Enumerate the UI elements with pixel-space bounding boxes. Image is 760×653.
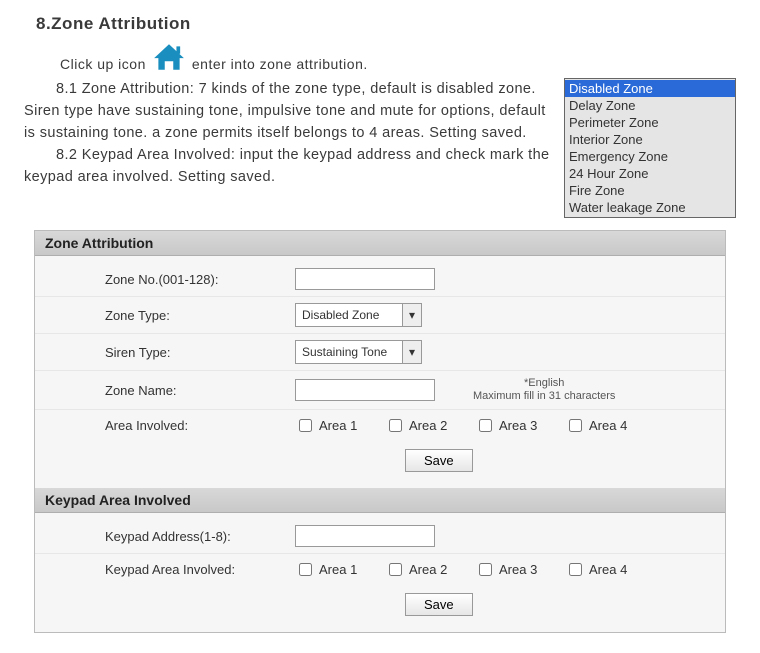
house-icon xyxy=(152,42,186,72)
siren-type-value: Sustaining Tone xyxy=(302,345,402,359)
area-checkbox-input[interactable] xyxy=(299,419,312,432)
area-checkbox-label: Area 4 xyxy=(589,562,627,577)
zone-type-value: Disabled Zone xyxy=(302,308,402,322)
siren-type-select[interactable]: Sustaining Tone ▾ xyxy=(295,340,422,364)
save-button[interactable]: Save xyxy=(405,593,473,616)
zone-type-option[interactable]: Delay Zone xyxy=(565,97,735,114)
zone-type-option[interactable]: Disabled Zone xyxy=(565,80,735,97)
keypad-address-label: Keypad Address(1-8): xyxy=(35,529,295,544)
area-checkbox-input[interactable] xyxy=(479,563,492,576)
area-checkbox[interactable]: Area 1 xyxy=(295,416,367,435)
zone-attribution-panel: Zone Attribution Zone No.(001-128): Zone… xyxy=(34,230,726,633)
keypad-address-input[interactable] xyxy=(295,525,435,547)
area-checkbox-input[interactable] xyxy=(389,563,402,576)
zone-name-input[interactable] xyxy=(295,379,435,401)
zone-type-select[interactable]: Disabled Zone ▾ xyxy=(295,303,422,327)
body-text: 8.1 Zone Attribution: 7 kinds of the zon… xyxy=(24,78,554,188)
area-checkbox[interactable]: Area 3 xyxy=(475,416,547,435)
chevron-down-icon[interactable]: ▾ xyxy=(402,304,421,326)
section-title: 8.Zone Attribution xyxy=(36,14,736,34)
paragraph-8-1: 8.1 Zone Attribution: 7 kinds of the zon… xyxy=(24,78,554,144)
area-checkbox[interactable]: Area 2 xyxy=(385,560,457,579)
intro-after: enter into zone attribution. xyxy=(192,56,368,72)
zone-type-label: Zone Type: xyxy=(35,308,295,323)
zone-type-option[interactable]: 24 Hour Zone xyxy=(565,165,735,182)
area-checkbox[interactable]: Area 3 xyxy=(475,560,547,579)
zone-type-list[interactable]: Disabled ZoneDelay ZonePerimeter ZoneInt… xyxy=(564,78,736,218)
zone-type-option[interactable]: Fire Zone xyxy=(565,182,735,199)
area-checkbox[interactable]: Area 4 xyxy=(565,560,637,579)
zone-type-option[interactable]: Interior Zone xyxy=(565,131,735,148)
zone-type-option[interactable]: Perimeter Zone xyxy=(565,114,735,131)
area-checkbox-input[interactable] xyxy=(569,419,582,432)
area-checkbox-input[interactable] xyxy=(389,419,402,432)
intro-line: Click up icon enter into zone attributio… xyxy=(60,42,736,72)
area-checkbox-input[interactable] xyxy=(479,419,492,432)
area-checkbox-label: Area 3 xyxy=(499,418,537,433)
zone-type-option[interactable]: Emergency Zone xyxy=(565,148,735,165)
zone-type-option[interactable]: Water leakage Zone xyxy=(565,199,735,216)
chevron-down-icon[interactable]: ▾ xyxy=(402,341,421,363)
intro-before: Click up icon xyxy=(60,56,146,72)
zone-name-label: Zone Name: xyxy=(35,383,295,398)
keypad-area-label: Keypad Area Involved: xyxy=(35,562,295,577)
siren-type-label: Siren Type: xyxy=(35,345,295,360)
area-checkbox-label: Area 1 xyxy=(319,562,357,577)
area-checkbox[interactable]: Area 1 xyxy=(295,560,367,579)
area-checkbox-label: Area 2 xyxy=(409,418,447,433)
zone-name-hint: *English Maximum fill in 31 characters xyxy=(473,377,615,403)
area-checkbox-input[interactable] xyxy=(569,563,582,576)
panel-header: Zone Attribution xyxy=(35,231,725,256)
area-checkbox[interactable]: Area 4 xyxy=(565,416,637,435)
paragraph-8-2: 8.2 Keypad Area Involved: input the keyp… xyxy=(24,144,554,188)
area-checkbox[interactable]: Area 2 xyxy=(385,416,457,435)
keypad-panel-header: Keypad Area Involved xyxy=(35,488,725,513)
zone-no-input[interactable] xyxy=(295,268,435,290)
zone-no-label: Zone No.(001-128): xyxy=(35,272,295,287)
area-checkbox-label: Area 2 xyxy=(409,562,447,577)
area-involved-label: Area Involved: xyxy=(35,418,295,433)
area-checkbox-label: Area 4 xyxy=(589,418,627,433)
area-checkbox-input[interactable] xyxy=(299,563,312,576)
area-checkbox-label: Area 1 xyxy=(319,418,357,433)
save-button[interactable]: Save xyxy=(405,449,473,472)
area-checkbox-label: Area 3 xyxy=(499,562,537,577)
